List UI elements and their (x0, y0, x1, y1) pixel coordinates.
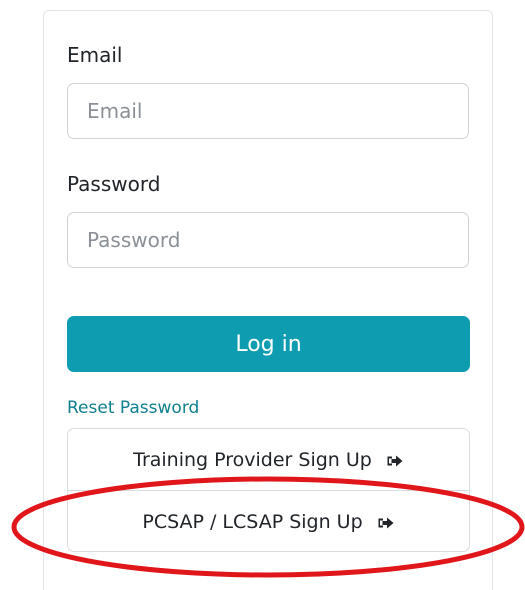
signup-list: Training Provider Sign Up PCSAP / LCSAP … (67, 428, 470, 552)
login-page: Email Password Log in Reset Password Tra… (0, 0, 525, 590)
email-label: Email (67, 43, 123, 67)
sign-in-icon (386, 452, 404, 468)
pcsap-lcsap-signup-item[interactable]: PCSAP / LCSAP Sign Up (68, 491, 469, 552)
reset-password-link[interactable]: Reset Password (67, 396, 199, 420)
sign-in-icon (377, 514, 395, 530)
password-input[interactable] (67, 212, 469, 268)
login-button[interactable]: Log in (67, 316, 470, 372)
password-label: Password (67, 172, 161, 196)
training-provider-signup-item[interactable]: Training Provider Sign Up (68, 429, 469, 491)
email-input[interactable] (67, 83, 469, 139)
training-provider-signup-label: Training Provider Sign Up (133, 448, 372, 471)
pcsap-lcsap-signup-label: PCSAP / LCSAP Sign Up (142, 510, 363, 533)
